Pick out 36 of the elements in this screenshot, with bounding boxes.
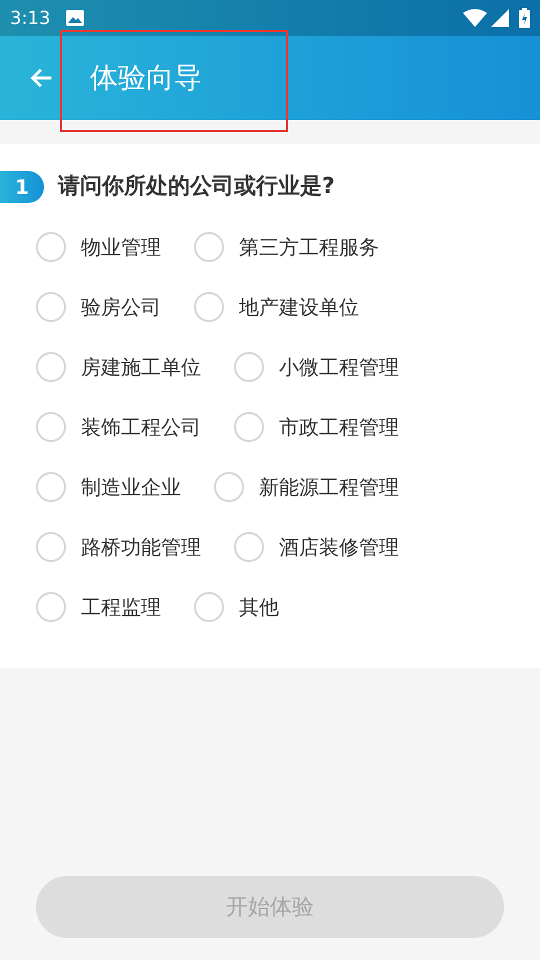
- option-label: 新能源工程管理: [259, 474, 399, 501]
- radio-button[interactable]: [214, 472, 244, 502]
- radio-button[interactable]: [36, 352, 66, 382]
- radio-button[interactable]: [194, 232, 224, 262]
- image-icon: [66, 10, 84, 26]
- radio-button[interactable]: [36, 412, 66, 442]
- option-label: 其他: [239, 594, 279, 621]
- option-label: 房建施工单位: [81, 354, 201, 381]
- radio-button[interactable]: [234, 352, 264, 382]
- option-label: 酒店装修管理: [279, 534, 399, 561]
- radio-button[interactable]: [194, 592, 224, 622]
- option-label: 路桥功能管理: [81, 534, 201, 561]
- option-label: 验房公司: [81, 294, 161, 321]
- option-label: 物业管理: [81, 234, 161, 261]
- question-number: 1: [0, 170, 44, 202]
- radio-button[interactable]: [36, 592, 66, 622]
- option-label: 第三方工程服务: [239, 234, 379, 261]
- radio-button[interactable]: [194, 292, 224, 322]
- option-label: 装饰工程公司: [81, 414, 201, 441]
- radio-button[interactable]: [234, 532, 264, 562]
- option-label: 地产建设单位: [239, 294, 359, 321]
- question-text: 请问你所处的公司或行业是?: [58, 173, 335, 201]
- radio-button[interactable]: [36, 232, 66, 262]
- option-label: 小微工程管理: [279, 354, 399, 381]
- wifi-icon: [463, 9, 487, 27]
- signal-icon: [491, 9, 509, 27]
- option-label: 市政工程管理: [279, 414, 399, 441]
- radio-button[interactable]: [36, 532, 66, 562]
- status-time: 3:13: [10, 6, 50, 30]
- radio-button[interactable]: [234, 412, 264, 442]
- radio-button[interactable]: [36, 472, 66, 502]
- option-label: 制造业企业: [81, 474, 181, 501]
- radio-button[interactable]: [36, 292, 66, 322]
- option-label: 工程监理: [81, 594, 161, 621]
- battery-icon: [519, 8, 530, 28]
- page-title: 体验向导: [90, 60, 202, 96]
